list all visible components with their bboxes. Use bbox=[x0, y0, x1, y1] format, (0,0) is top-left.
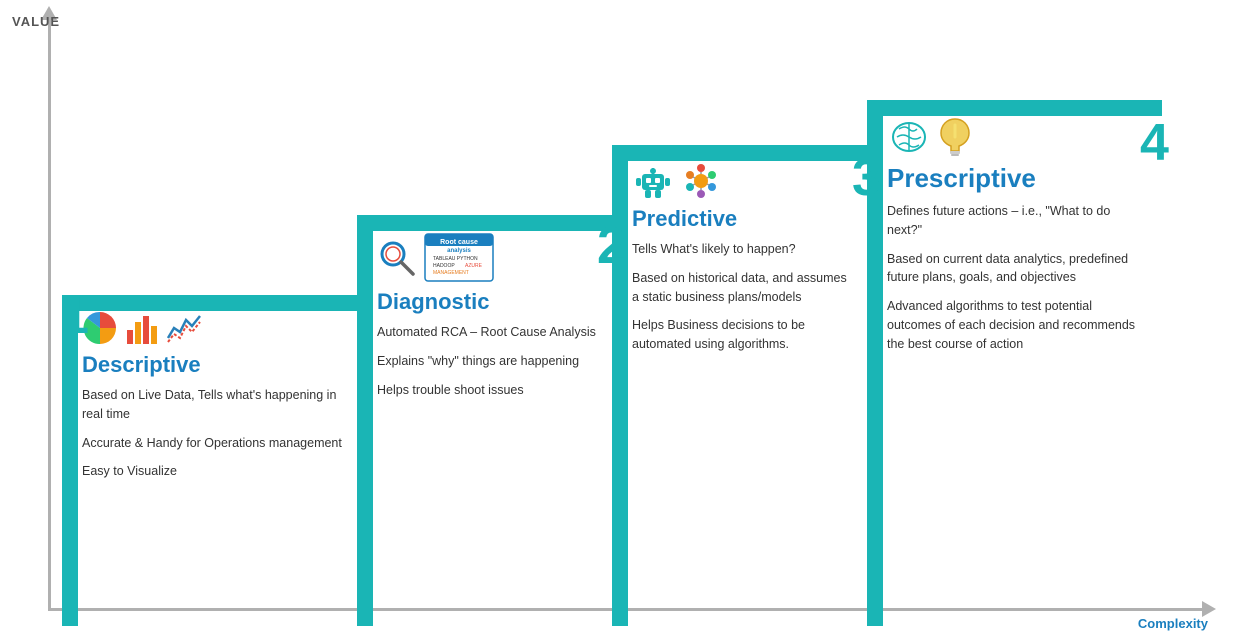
predictive-bullet-3: Helps Business decisions to be automated… bbox=[632, 316, 852, 354]
predictive-title: Predictive bbox=[632, 206, 852, 232]
descriptive-bullet-1: Based on Live Data, Tells what's happeni… bbox=[82, 386, 347, 424]
prescriptive-number: 4 bbox=[1140, 114, 1169, 172]
svg-text:Root cause: Root cause bbox=[440, 239, 478, 246]
network-icon bbox=[680, 160, 722, 202]
predictive-bullet-2: Based on historical data, and assumes a … bbox=[632, 269, 852, 307]
svg-text:MANAGEMENT: MANAGEMENT bbox=[433, 270, 469, 276]
predictive-number: 3 bbox=[852, 149, 881, 207]
descriptive-number: 1 bbox=[60, 287, 89, 345]
descriptive-body: Based on Live Data, Tells what's happeni… bbox=[82, 386, 347, 481]
diagnostic-title: Diagnostic bbox=[377, 289, 602, 315]
line-chart-icon bbox=[166, 310, 202, 346]
predictive-icons bbox=[632, 160, 852, 202]
diagnostic-bullet-1: Automated RCA – Root Cause Analysis bbox=[377, 323, 602, 342]
descriptive-icons bbox=[82, 310, 347, 346]
rca-book-icon: Root cause analysis TABLEAU PYTHON HADOO… bbox=[423, 230, 498, 285]
diagnostic-body: Automated RCA – Root Cause Analysis Expl… bbox=[377, 323, 602, 399]
diagnostic-bullet-3: Helps trouble shoot issues bbox=[377, 381, 602, 400]
brain-icon bbox=[887, 115, 931, 159]
prescriptive-bullet-3: Advanced algorithms to test potential ou… bbox=[887, 297, 1147, 353]
diagnostic-bullet-2: Explains "why" things are happening bbox=[377, 352, 602, 371]
prescriptive-title: Prescriptive bbox=[887, 163, 1147, 194]
prescriptive-icons bbox=[887, 115, 1147, 159]
svg-text:analysis: analysis bbox=[447, 248, 471, 254]
predictive-bullet-1: Tells What's likely to happen? bbox=[632, 240, 852, 259]
magnifier-icon bbox=[377, 238, 417, 278]
y-axis bbox=[48, 10, 51, 610]
svg-text:TABLEAU PYTHON: TABLEAU PYTHON bbox=[433, 256, 478, 262]
section-prescriptive: 4 Prescriptive Defines future actions – … bbox=[887, 115, 1147, 363]
robot-icon bbox=[632, 160, 674, 202]
diagnostic-number: 2 bbox=[597, 217, 626, 275]
bar-chart-icon bbox=[124, 310, 160, 346]
section-diagnostic: Root cause analysis TABLEAU PYTHON HADOO… bbox=[377, 230, 602, 409]
y-axis-label: VALUE bbox=[12, 14, 60, 29]
descriptive-bullet-3: Easy to Visualize bbox=[82, 462, 347, 481]
svg-text:HADOOP: HADOOP bbox=[433, 263, 455, 269]
svg-text:AZURE: AZURE bbox=[465, 263, 483, 269]
x-axis-arrow bbox=[1202, 601, 1216, 617]
diagnostic-icons: Root cause analysis TABLEAU PYTHON HADOO… bbox=[377, 230, 602, 285]
predictive-body: Tells What's likely to happen? Based on … bbox=[632, 240, 852, 354]
descriptive-bullet-2: Accurate & Handy for Operations manageme… bbox=[82, 434, 347, 453]
prescriptive-bullet-1: Defines future actions – i.e., "What to … bbox=[887, 202, 1147, 240]
descriptive-title: Descriptive bbox=[82, 352, 347, 378]
lightbulb-icon bbox=[937, 115, 973, 159]
section-descriptive: 1 Descriptive Based on Live Data, Tells … bbox=[82, 310, 347, 491]
section-predictive: 3 Predictive Tells What's likely to happ… bbox=[632, 160, 852, 364]
prescriptive-bullet-2: Based on current data analytics, predefi… bbox=[887, 250, 1147, 288]
prescriptive-body: Defines future actions – i.e., "What to … bbox=[887, 202, 1147, 353]
